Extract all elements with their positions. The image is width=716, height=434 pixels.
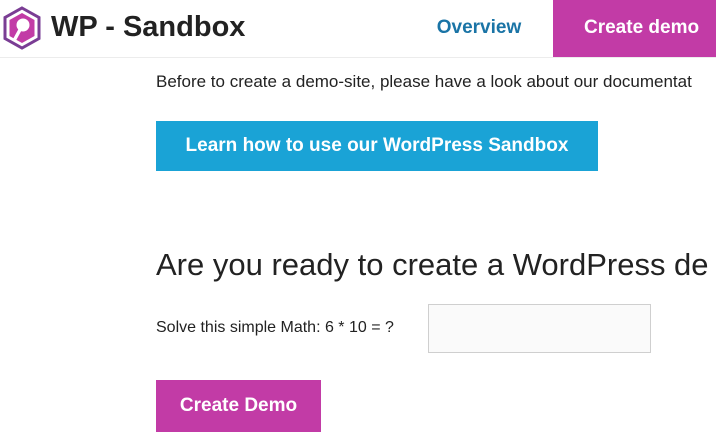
create-demo-button[interactable]: Create Demo — [156, 380, 321, 432]
site-title[interactable]: WP - Sandbox — [51, 9, 245, 45]
intro-text: Before to create a demo-site, please hav… — [156, 72, 692, 91]
page: WP - Sandbox Overview Create demo Before… — [0, 0, 716, 434]
nav-overview-link[interactable]: Overview — [420, 0, 538, 57]
math-answer-input[interactable] — [428, 304, 651, 353]
math-captcha-label: Solve this simple Math: 6 * 10 = ? — [156, 319, 394, 336]
site-header: WP - Sandbox Overview Create demo — [0, 0, 716, 58]
nav-create-demo-link[interactable]: Create demo — [553, 0, 716, 57]
learn-sandbox-button[interactable]: Learn how to use our WordPress Sandbox — [156, 121, 598, 171]
ready-heading: Are you ready to create a WordPress de — [156, 247, 709, 282]
site-logo-icon[interactable] — [2, 6, 42, 50]
